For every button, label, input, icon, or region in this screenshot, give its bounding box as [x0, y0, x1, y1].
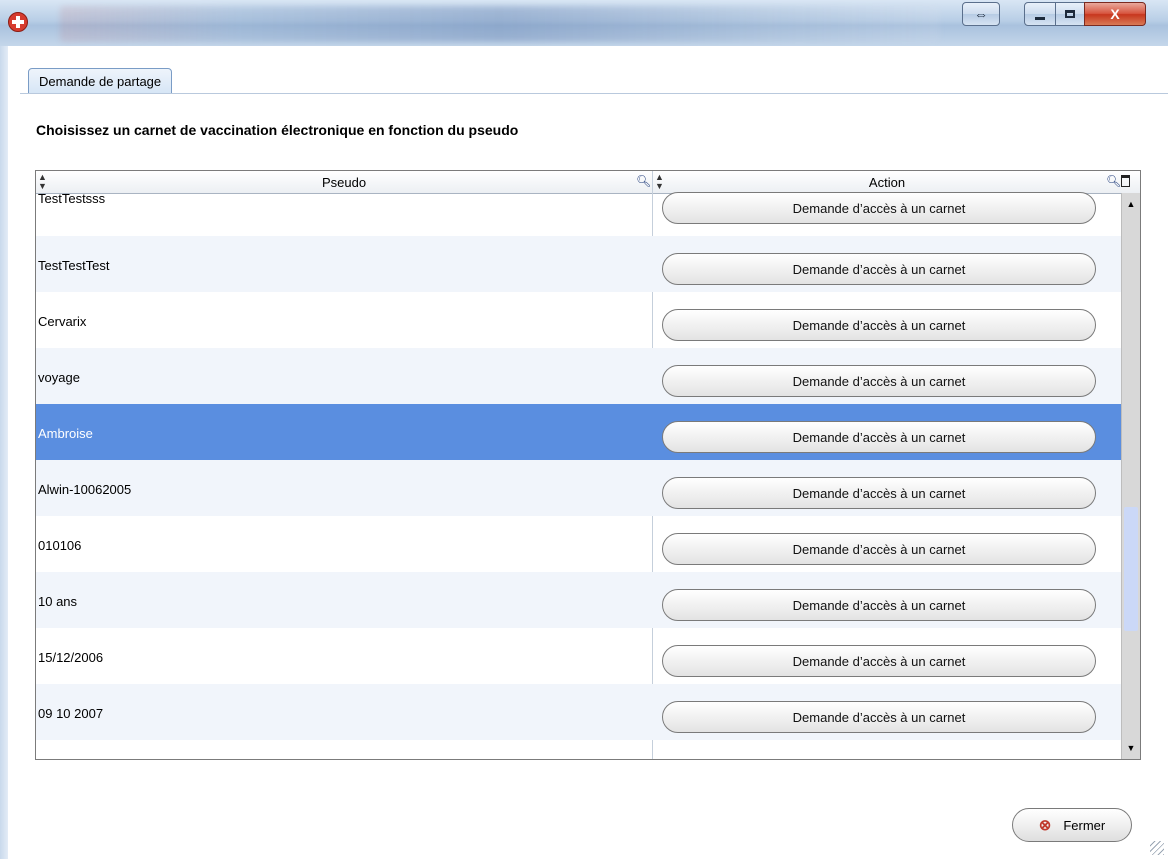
scroll-up-icon[interactable]: ▲	[1122, 195, 1140, 213]
action-cell: Demande d’accès à un carnet	[653, 348, 1121, 404]
scroll-down-icon[interactable]: ▼	[1122, 739, 1140, 757]
action-cell: Demande d’accès à un carnet	[653, 236, 1121, 292]
tab-label: Demande de partage	[39, 73, 162, 89]
tab-demande-de-partage[interactable]: Demande de partage	[28, 68, 173, 94]
action-cell: Demande d’accès à un carnet	[653, 684, 1121, 740]
request-access-button[interactable]: Demande d’accès à un carnet	[662, 421, 1096, 453]
pseudo-text: Cervarix	[38, 314, 87, 329]
pseudo-cell[interactable]: TestTestTest	[36, 236, 652, 292]
pseudo-text: 10 ans	[38, 594, 78, 609]
column-settings-icon[interactable]	[1121, 175, 1130, 187]
table-row[interactable]: 10 ans Demande d’accès à un carnet	[36, 572, 1121, 628]
resize-grip-icon[interactable]	[1150, 841, 1164, 855]
request-access-button[interactable]: Demande d’accès à un carnet	[662, 253, 1096, 285]
pseudo-text: TestTestsss	[38, 191, 106, 206]
close-window-button[interactable]: X	[1084, 2, 1146, 26]
request-access-button[interactable]: Demande d’accès à un carnet	[662, 365, 1096, 397]
action-cell: Demande d’accès à un carnet	[653, 460, 1121, 516]
maximize-icon	[1065, 10, 1075, 18]
close-x-icon: ⊗	[1038, 817, 1052, 834]
table-row[interactable]: Alwin-10062005 Demande d’accès à un carne…	[36, 460, 1121, 516]
pseudo-cell[interactable]: 010106	[36, 516, 652, 572]
close-button-label: Fermer	[1063, 817, 1106, 833]
pseudo-text: TestTestTest	[38, 258, 110, 273]
resize-icon: ⇔	[974, 6, 988, 22]
table-row[interactable]: TestTestTest Demande d’accès à un carnet	[36, 236, 1121, 292]
resize-button[interactable]: ⇔	[962, 2, 1000, 26]
pseudo-text: Ambroise	[38, 426, 93, 441]
request-access-button[interactable]: Demande d’accès à un carnet	[662, 477, 1096, 509]
request-access-button[interactable]: Demande d’accès à un carnet	[662, 701, 1096, 733]
minimize-icon	[1035, 16, 1045, 20]
table-row[interactable]: 010106 Demande d’accès à un carnet	[36, 516, 1121, 572]
table-row[interactable]: TestTestsss Demande d’accès à un carnet	[36, 180, 1121, 236]
action-cell: Demande d’accès à un carnet	[653, 180, 1121, 236]
request-access-button[interactable]: Demande d’accès à un carnet	[662, 645, 1096, 677]
pseudo-cell[interactable]: 10 ans	[36, 572, 652, 628]
title-bar: ⇔ X	[0, 0, 1168, 47]
pseudo-text: 15/12/2006	[38, 650, 104, 665]
table-row[interactable]: Cervarix Demande d’accès à un carnet	[36, 292, 1121, 348]
pseudo-cell[interactable]: 09 10 2007	[36, 684, 652, 740]
maximize-button[interactable]	[1055, 2, 1085, 26]
pseudo-cell[interactable]: Alwin-10062005	[36, 460, 652, 516]
table-row[interactable]: 09 10 2007 Demande d’accès à un carnet	[36, 684, 1121, 740]
pseudo-cell[interactable]: 15/12/2006	[36, 628, 652, 684]
pseudo-table: ▲ ▼ Pseudo 🔍︎ ▲ ▼ Action 🔍︎ TestTestsss Dem…	[35, 170, 1141, 760]
pseudo-cell[interactable]: TestTestsss	[36, 180, 652, 236]
content-area: Demande de partage Choisissez un carnet …	[8, 46, 1168, 859]
action-cell: Demande d’accès à un carnet	[653, 292, 1121, 348]
request-access-button[interactable]: Demande d’accès à un carnet	[662, 533, 1096, 565]
action-cell: Demande d’accès à un carnet	[653, 572, 1121, 628]
tab-divider	[20, 93, 1168, 94]
title-bar-background	[60, 6, 940, 42]
pseudo-cell[interactable]: voyage	[36, 348, 652, 404]
page-title: Choisissez un carnet de vaccination élec…	[36, 122, 519, 138]
action-cell: Demande d’accès à un carnet	[653, 516, 1121, 572]
minimize-button[interactable]	[1024, 2, 1056, 26]
close-button[interactable]: ⊗ Fermer	[1012, 808, 1132, 842]
action-cell: Demande d’accès à un carnet	[653, 404, 1121, 460]
vertical-scrollbar[interactable]: ▲ ▼	[1121, 193, 1140, 759]
scrollbar-thumb[interactable]	[1124, 507, 1138, 631]
pseudo-text: 010106	[38, 538, 82, 553]
request-access-button[interactable]: Demande d’accès à un carnet	[662, 589, 1096, 621]
pseudo-cell[interactable]: Cervarix	[36, 292, 652, 348]
app-icon	[8, 12, 28, 32]
pseudo-text: 09 10 2007	[38, 706, 104, 721]
table-row[interactable]: 15/12/2006 Demande d’accès à un carnet	[36, 628, 1121, 684]
pseudo-cell[interactable]: Ambroise	[36, 404, 652, 460]
table-body: TestTestsss Demande d’accès à un carnet Te…	[36, 191, 1121, 759]
table-row[interactable]: Ambroise Demande d’accès à un carnet	[36, 404, 1121, 460]
close-icon: X	[1110, 6, 1120, 22]
pseudo-text: Alwin-10062005	[38, 482, 132, 497]
table-row[interactable]: voyage Demande d’accès à un carnet	[36, 348, 1121, 404]
action-cell: Demande d’accès à un carnet	[653, 628, 1121, 684]
pseudo-text: voyage	[38, 370, 80, 385]
main-window: ⇔ X Demande de partage Choisissez un car…	[0, 0, 1168, 859]
request-access-button[interactable]: Demande d’accès à un carnet	[662, 309, 1096, 341]
request-access-button[interactable]: Demande d’accès à un carnet	[662, 192, 1096, 224]
